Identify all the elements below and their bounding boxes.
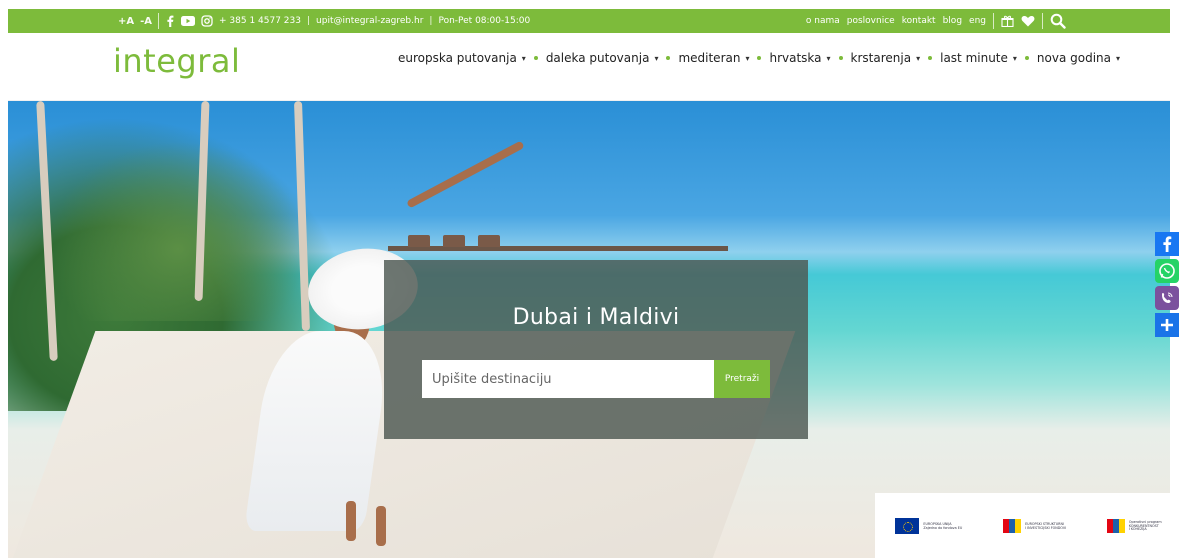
op-line3: I KOHEZIJA bbox=[1128, 527, 1147, 532]
separator: | bbox=[307, 16, 311, 26]
hero-woman-arm bbox=[406, 140, 525, 209]
nav-item-mediteran[interactable]: mediteran ▾ bbox=[678, 51, 749, 65]
email-link[interactable]: upit@integral-zagreb.hr bbox=[316, 16, 423, 26]
font-increase-button[interactable]: +A bbox=[118, 16, 134, 27]
facebook-icon[interactable] bbox=[1155, 232, 1179, 256]
divider bbox=[1042, 13, 1043, 29]
chevron-down-icon: ▾ bbox=[745, 53, 750, 63]
nav-dot bbox=[757, 56, 762, 60]
nav-item-daleka-putovanja[interactable]: daleka putovanja ▾ bbox=[546, 51, 659, 65]
nav-dot bbox=[928, 56, 933, 60]
search-icon[interactable] bbox=[1050, 13, 1066, 29]
separator: | bbox=[429, 16, 433, 26]
nav-dot bbox=[1024, 56, 1029, 60]
hero-pier bbox=[388, 246, 728, 251]
phone-number[interactable]: + 385 1 4577 233 bbox=[219, 16, 301, 26]
op-icon bbox=[1106, 518, 1125, 533]
social-share-bar bbox=[1155, 232, 1179, 337]
hero-hut bbox=[408, 235, 430, 247]
divider bbox=[993, 13, 994, 29]
nav-label: krstarenja bbox=[850, 51, 912, 65]
top-bar: +A -A + 385 1 4577 233 | upit@integral-z… bbox=[8, 9, 1170, 33]
chevron-down-icon: ▾ bbox=[1116, 53, 1121, 63]
op-line1: Operativni program bbox=[1128, 519, 1162, 524]
esif-logo: EUROPSKI STRUKTURNI I INVESTICIJSKI FOND… bbox=[1003, 518, 1066, 533]
chevron-down-icon: ▾ bbox=[1012, 53, 1017, 63]
nav-item-last-minute[interactable]: last minute ▾ bbox=[940, 51, 1017, 65]
eu-line2: Zajedno do fondova EU bbox=[923, 525, 963, 530]
nav-label: hrvatska bbox=[769, 51, 822, 65]
esif-line2: I INVESTICIJSKI FONDOVI bbox=[1025, 525, 1067, 530]
logo-text: integral bbox=[113, 42, 241, 80]
eu-logo: EUROPSKA UNIJA Zajedno do fondova EU bbox=[895, 517, 962, 534]
hero-woman-leg bbox=[346, 501, 356, 541]
main-header: integral europska putovanja ▾ daleka puto… bbox=[8, 33, 1170, 101]
nav-label: daleka putovanja bbox=[545, 51, 650, 65]
nav-item-nova-godina[interactable]: nova godina ▾ bbox=[1037, 51, 1120, 65]
gift-icon[interactable] bbox=[1001, 15, 1014, 27]
eu-flag-icon bbox=[895, 517, 920, 534]
chevron-down-icon: ▾ bbox=[654, 53, 659, 63]
chevron-down-icon: ▾ bbox=[826, 53, 831, 63]
link-blog[interactable]: blog bbox=[943, 16, 962, 26]
hero-banner: Dubai i Maldivi Pretraži bbox=[8, 101, 1170, 558]
top-bar-left: +A -A + 385 1 4577 233 | upit@integral-z… bbox=[118, 9, 530, 33]
nav-label: last minute bbox=[940, 51, 1008, 65]
nav-dot bbox=[533, 56, 538, 60]
link-o-nama[interactable]: o nama bbox=[806, 16, 840, 26]
add-icon[interactable] bbox=[1155, 313, 1179, 337]
chevron-down-icon: ▾ bbox=[521, 53, 526, 63]
hero-hut bbox=[478, 235, 500, 247]
chevron-down-icon: ▾ bbox=[916, 53, 921, 63]
instagram-icon[interactable] bbox=[201, 15, 213, 27]
op-text: Operativni program KONKURENTNOST I KOHEZ… bbox=[1129, 520, 1162, 532]
search-input[interactable] bbox=[422, 360, 714, 398]
viber-icon[interactable] bbox=[1155, 286, 1179, 310]
nav-item-krstarenja[interactable]: krstarenja ▾ bbox=[851, 51, 921, 65]
whatsapp-icon[interactable] bbox=[1155, 259, 1179, 283]
youtube-icon[interactable] bbox=[181, 16, 196, 26]
top-bar-right: o nama poslovnice kontakt blog eng bbox=[806, 9, 1066, 33]
hero-hut bbox=[443, 235, 465, 247]
eu-text: EUROPSKA UNIJA Zajedno do fondova EU bbox=[923, 522, 962, 530]
facebook-icon[interactable] bbox=[165, 15, 175, 27]
op-logo: Operativni program KONKURENTNOST I KOHEZ… bbox=[1106, 518, 1162, 533]
logo[interactable]: integral bbox=[113, 41, 240, 81]
eu-funds-banner: EUROPSKA UNIJA Zajedno do fondova EU EUR… bbox=[875, 493, 1182, 558]
hero-woman-leg bbox=[376, 506, 386, 546]
divider bbox=[158, 13, 160, 29]
esif-icon bbox=[1003, 518, 1022, 533]
main-nav: europska putovanja ▾ daleka putovanja ▾ me… bbox=[398, 51, 1120, 65]
office-hours: Pon-Pet 08:00-15:00 bbox=[438, 16, 531, 26]
nav-label: mediteran bbox=[678, 51, 741, 65]
hero-foliage bbox=[48, 141, 308, 321]
nav-dot bbox=[666, 56, 671, 60]
nav-dot bbox=[838, 56, 843, 60]
search-button[interactable]: Pretraži bbox=[714, 360, 770, 398]
font-decrease-button[interactable]: -A bbox=[140, 16, 152, 27]
link-eng[interactable]: eng bbox=[969, 16, 986, 26]
search-panel: Dubai i Maldivi Pretraži bbox=[384, 260, 808, 439]
nav-label: nova godina bbox=[1036, 51, 1111, 65]
heart-icon[interactable] bbox=[1021, 15, 1035, 27]
esif-line1: EUROPSKI STRUKTURNI bbox=[1025, 521, 1064, 526]
link-kontakt[interactable]: kontakt bbox=[902, 16, 936, 26]
esif-text: EUROPSKI STRUKTURNI I INVESTICIJSKI FOND… bbox=[1025, 522, 1066, 530]
nav-item-hrvatska[interactable]: hrvatska ▾ bbox=[769, 51, 830, 65]
link-poslovnice[interactable]: poslovnice bbox=[847, 16, 895, 26]
nav-item-europska-putovanja[interactable]: europska putovanja ▾ bbox=[398, 51, 526, 65]
nav-label: europska putovanja bbox=[398, 51, 517, 65]
hero-title: Dubai i Maldivi bbox=[512, 305, 680, 330]
